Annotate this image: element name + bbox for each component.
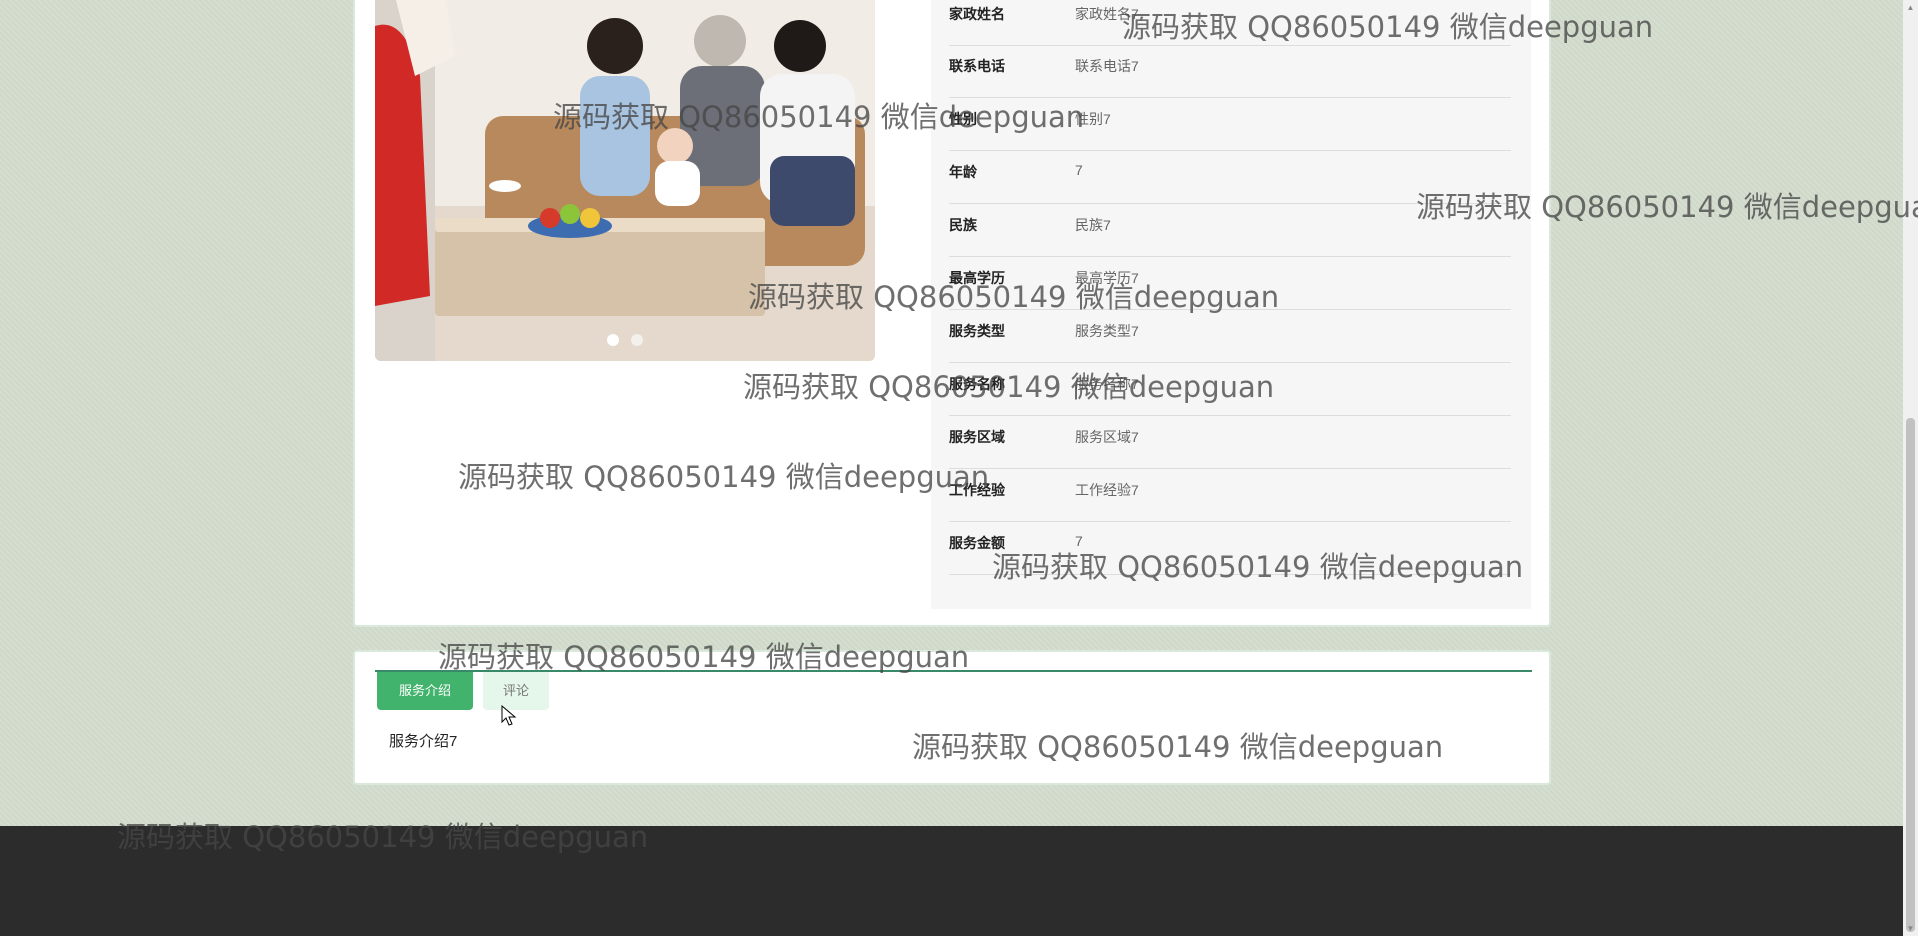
detail-row: 年龄 7 (949, 152, 1511, 204)
detail-value: 民族7 (1075, 217, 1111, 233)
detail-value: 服务区域7 (1075, 429, 1139, 445)
detail-label: 联系电话 (949, 58, 1005, 74)
detail-row: 性别 性别7 (949, 99, 1511, 151)
detail-value: 服务类型7 (1075, 323, 1139, 339)
detail-value: 服务名称7 (1075, 376, 1139, 392)
detail-value: 7 (1075, 533, 1083, 549)
detail-label: 服务名称 (949, 376, 1005, 392)
carousel-dot[interactable] (631, 334, 643, 346)
vertical-scrollbar[interactable]: ▲ ▼ (1903, 0, 1918, 936)
detail-label: 工作经验 (949, 482, 1005, 498)
carousel-dots (375, 333, 875, 351)
carousel-image[interactable] (375, 0, 875, 361)
detail-value: 性别7 (1075, 111, 1111, 127)
detail-card: 家政姓名 家政姓名7 联系电话 联系电话7 性别 性别7 年龄 7 民族 民族7 最高学历… (353, 0, 1551, 627)
scroll-up-icon[interactable]: ▲ (1906, 3, 1915, 12)
page-footer (0, 826, 1903, 936)
detail-value: 7 (1075, 162, 1083, 178)
detail-row: 联系电话 联系电话7 (949, 46, 1511, 98)
detail-label: 服务类型 (949, 323, 1005, 339)
mouse-cursor-icon (501, 705, 517, 726)
detail-label: 服务金额 (949, 535, 1005, 551)
service-intro-content: 服务介绍7 (389, 733, 458, 750)
tab-service-intro[interactable]: 服务介绍 (377, 672, 473, 710)
family-photo (375, 0, 875, 361)
scroll-down-icon[interactable]: ▼ (1906, 924, 1915, 933)
detail-label: 民族 (949, 217, 977, 233)
detail-row: 最高学历 最高学历7 (949, 258, 1511, 310)
detail-label: 年龄 (949, 164, 977, 180)
scrollbar-thumb[interactable] (1906, 418, 1915, 932)
detail-row: 服务名称 服务名称7 (949, 364, 1511, 416)
detail-value: 最高学历7 (1075, 270, 1139, 286)
tabs-card: 服务介绍 评论 服务介绍7 (353, 650, 1551, 785)
carousel-dot[interactable] (607, 334, 619, 346)
detail-label: 最高学历 (949, 270, 1005, 286)
detail-row: 家政姓名 家政姓名7 (949, 0, 1511, 46)
details-panel: 家政姓名 家政姓名7 联系电话 联系电话7 性别 性别7 年龄 7 民族 民族7 最高学历… (931, 0, 1531, 609)
detail-label: 家政姓名 (949, 6, 1005, 22)
detail-value: 联系电话7 (1075, 58, 1139, 74)
detail-row: 工作经验 工作经验7 (949, 470, 1511, 522)
detail-row: 服务类型 服务类型7 (949, 311, 1511, 363)
detail-row: 民族 民族7 (949, 205, 1511, 257)
detail-value: 家政姓名7 (1075, 6, 1139, 22)
detail-value: 工作经验7 (1075, 482, 1139, 498)
detail-label: 性别 (949, 111, 977, 127)
detail-label: 服务区域 (949, 429, 1005, 445)
detail-row: 服务区域 服务区域7 (949, 417, 1511, 469)
detail-row: 服务金额 7 (949, 523, 1511, 575)
